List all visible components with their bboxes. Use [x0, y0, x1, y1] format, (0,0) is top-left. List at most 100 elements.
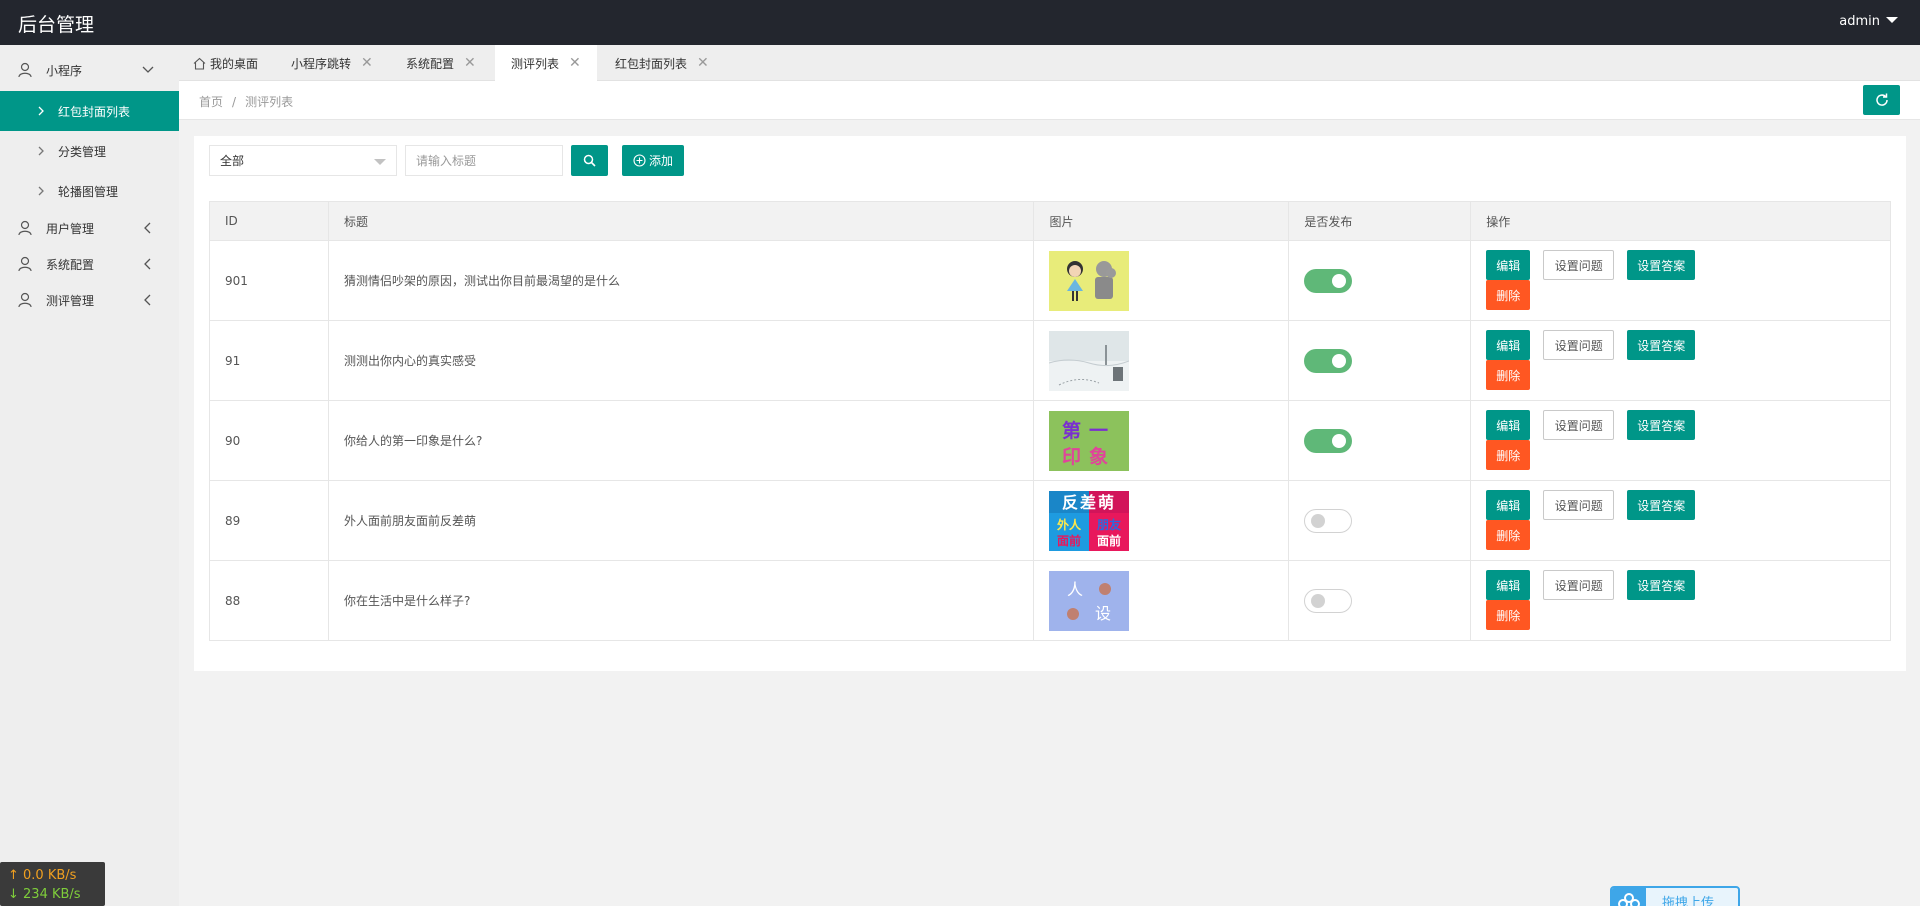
delete-button[interactable]: 删除	[1486, 520, 1531, 550]
top-header: 后台管理 admin	[0, 0, 1920, 45]
tab-label: 我的桌面	[210, 56, 259, 71]
delete-button[interactable]: 删除	[1486, 440, 1531, 470]
row-actions: 编辑 设置问题 设置答案 删除	[1486, 481, 1875, 560]
publish-toggle[interactable]	[1304, 508, 1353, 533]
sidebar-group-evaluation[interactable]: 测评管理	[0, 283, 179, 317]
row-actions: 编辑 设置问题 设置答案 删除	[1486, 401, 1875, 480]
publish-toggle[interactable]	[1304, 588, 1353, 613]
set-answers-button[interactable]: 设置答案	[1627, 250, 1696, 280]
edit-button[interactable]: 编辑	[1486, 250, 1531, 280]
tab-desktop[interactable]: 我的桌面	[193, 45, 258, 81]
username: admin	[1839, 14, 1880, 29]
table-header-row: ID 标题 图片 是否发布 操作	[209, 201, 1891, 241]
thumbnail-caption: 设	[1095, 604, 1111, 623]
toggle-knob	[1311, 513, 1326, 528]
cell-title: 你给人的第一印象是什么?	[327, 400, 1035, 481]
add-label: 添加	[648, 154, 673, 168]
caret-down-icon	[1886, 16, 1898, 23]
delete-button[interactable]: 删除	[1486, 600, 1531, 630]
cell-id: 89	[209, 480, 329, 561]
breadcrumb-home[interactable]: 首页	[199, 95, 223, 109]
close-icon[interactable]: ✕	[697, 55, 709, 71]
refresh-button[interactable]	[1863, 85, 1900, 115]
set-questions-button[interactable]: 设置问题	[1543, 490, 1615, 520]
sidebar-group-miniprogram[interactable]: 小程序	[0, 53, 179, 87]
thumbnail-caption: 印象	[1062, 445, 1116, 468]
sidebar-item-label: 红包封面列表	[58, 104, 131, 119]
table-row: 91 测测出你内心的真实感受 编辑 设置问题 设置答案 删除	[209, 320, 1891, 401]
home-icon	[193, 57, 206, 70]
sidebar-item-carousel[interactable]: 轮播图管理	[0, 171, 179, 211]
search-button[interactable]	[571, 145, 608, 176]
sidebar-item-redpacket-covers[interactable]: 红包封面列表	[0, 91, 179, 131]
tab-label: 系统配置	[406, 56, 455, 71]
download-speed: ↓ 234 KB/s	[8, 887, 81, 902]
chevron-down-icon	[142, 66, 154, 73]
delete-button[interactable]: 删除	[1486, 360, 1531, 390]
column-header-title: 标题	[327, 201, 1035, 241]
sidebar-group-users[interactable]: 用户管理	[0, 211, 179, 245]
edit-button[interactable]: 编辑	[1486, 490, 1531, 520]
cell-id: 88	[209, 560, 329, 641]
set-questions-button[interactable]: 设置问题	[1543, 250, 1615, 280]
drag-upload-widget[interactable]: 拖拽上传	[1610, 886, 1740, 906]
column-header-actions: 操作	[1470, 201, 1891, 241]
sidebar-group-system[interactable]: 系统配置	[0, 247, 179, 281]
publish-toggle[interactable]	[1304, 428, 1353, 453]
toggle-knob	[1311, 593, 1326, 608]
publish-toggle[interactable]	[1304, 348, 1353, 373]
toggle-knob	[1332, 433, 1347, 448]
chevron-left-icon	[144, 294, 151, 306]
tab-system-config[interactable]: 系统配置 ✕	[406, 45, 476, 81]
cell-title: 外人面前朋友面前反差萌	[327, 480, 1035, 561]
sidebar-item-label: 分类管理	[58, 144, 107, 159]
chevron-left-icon	[144, 258, 151, 270]
delete-button[interactable]: 删除	[1486, 280, 1531, 310]
tab-redpacket-covers[interactable]: 红包封面列表 ✕	[615, 45, 709, 81]
row-actions: 编辑 设置问题 设置答案 删除	[1486, 241, 1875, 320]
set-questions-button[interactable]: 设置问题	[1543, 410, 1615, 440]
tab-label: 测评列表	[511, 56, 560, 71]
set-questions-button[interactable]: 设置问题	[1543, 570, 1615, 600]
close-icon[interactable]: ✕	[464, 55, 476, 71]
user-menu[interactable]: admin	[1839, 14, 1898, 29]
set-answers-button[interactable]: 设置答案	[1627, 490, 1696, 520]
edit-button[interactable]: 编辑	[1486, 330, 1531, 360]
set-answers-button[interactable]: 设置答案	[1627, 330, 1696, 360]
cell-title: 猜测情侣吵架的原因，测试出你目前最渴望的是什么	[327, 240, 1035, 321]
edit-button[interactable]: 编辑	[1486, 410, 1531, 440]
category-select[interactable]: 全部	[209, 145, 397, 176]
tab-label: 红包封面列表	[615, 56, 688, 71]
table-row: 89 外人面前朋友面前反差萌 反差萌 外人 面前 朋友 面前 编辑 设置问题 设…	[209, 480, 1891, 561]
set-answers-button[interactable]: 设置答案	[1627, 410, 1696, 440]
chevron-left-icon	[144, 222, 151, 234]
column-header-published: 是否发布	[1288, 201, 1472, 241]
refresh-icon	[1875, 93, 1888, 106]
cell-id: 91	[209, 320, 329, 401]
publish-toggle[interactable]	[1304, 268, 1353, 293]
tab-bar: 我的桌面 小程序跳转 ✕ 系统配置 ✕ 测评列表 ✕ 红包封面列表 ✕	[179, 45, 1920, 81]
set-questions-button[interactable]: 设置问题	[1543, 330, 1615, 360]
toggle-knob	[1332, 353, 1347, 368]
dropdown-arrow-icon	[374, 159, 386, 165]
close-icon[interactable]: ✕	[361, 55, 373, 71]
breadcrumb-current: 测评列表	[245, 95, 294, 109]
breadcrumb-separator: /	[232, 95, 237, 109]
tab-miniprogram-jump[interactable]: 小程序跳转 ✕	[291, 45, 373, 81]
cell-id: 901	[209, 240, 329, 321]
edit-button[interactable]: 编辑	[1486, 570, 1531, 600]
add-button[interactable]: 添加	[622, 145, 684, 176]
upload-label: 拖拽上传	[1662, 896, 1715, 906]
upload-speed: ↑ 0.0 KB/s	[8, 868, 77, 883]
content-card: 全部 添加 ID 标题 图片 是否发布 操作 901 猜测情侣吵架的原因，测试出…	[194, 136, 1906, 671]
sidebar-item-categories[interactable]: 分类管理	[0, 131, 179, 171]
breadcrumb-bar: 首页 / 测评列表	[179, 81, 1920, 120]
close-icon[interactable]: ✕	[569, 55, 581, 71]
search-input[interactable]	[405, 145, 563, 176]
thumbnail-image: 人 设	[1049, 570, 1130, 631]
chevron-right-icon	[38, 186, 44, 196]
tab-evaluation-list[interactable]: 测评列表 ✕	[495, 45, 597, 81]
user-icon	[18, 220, 32, 236]
select-value: 全部	[220, 154, 245, 168]
set-answers-button[interactable]: 设置答案	[1627, 570, 1696, 600]
